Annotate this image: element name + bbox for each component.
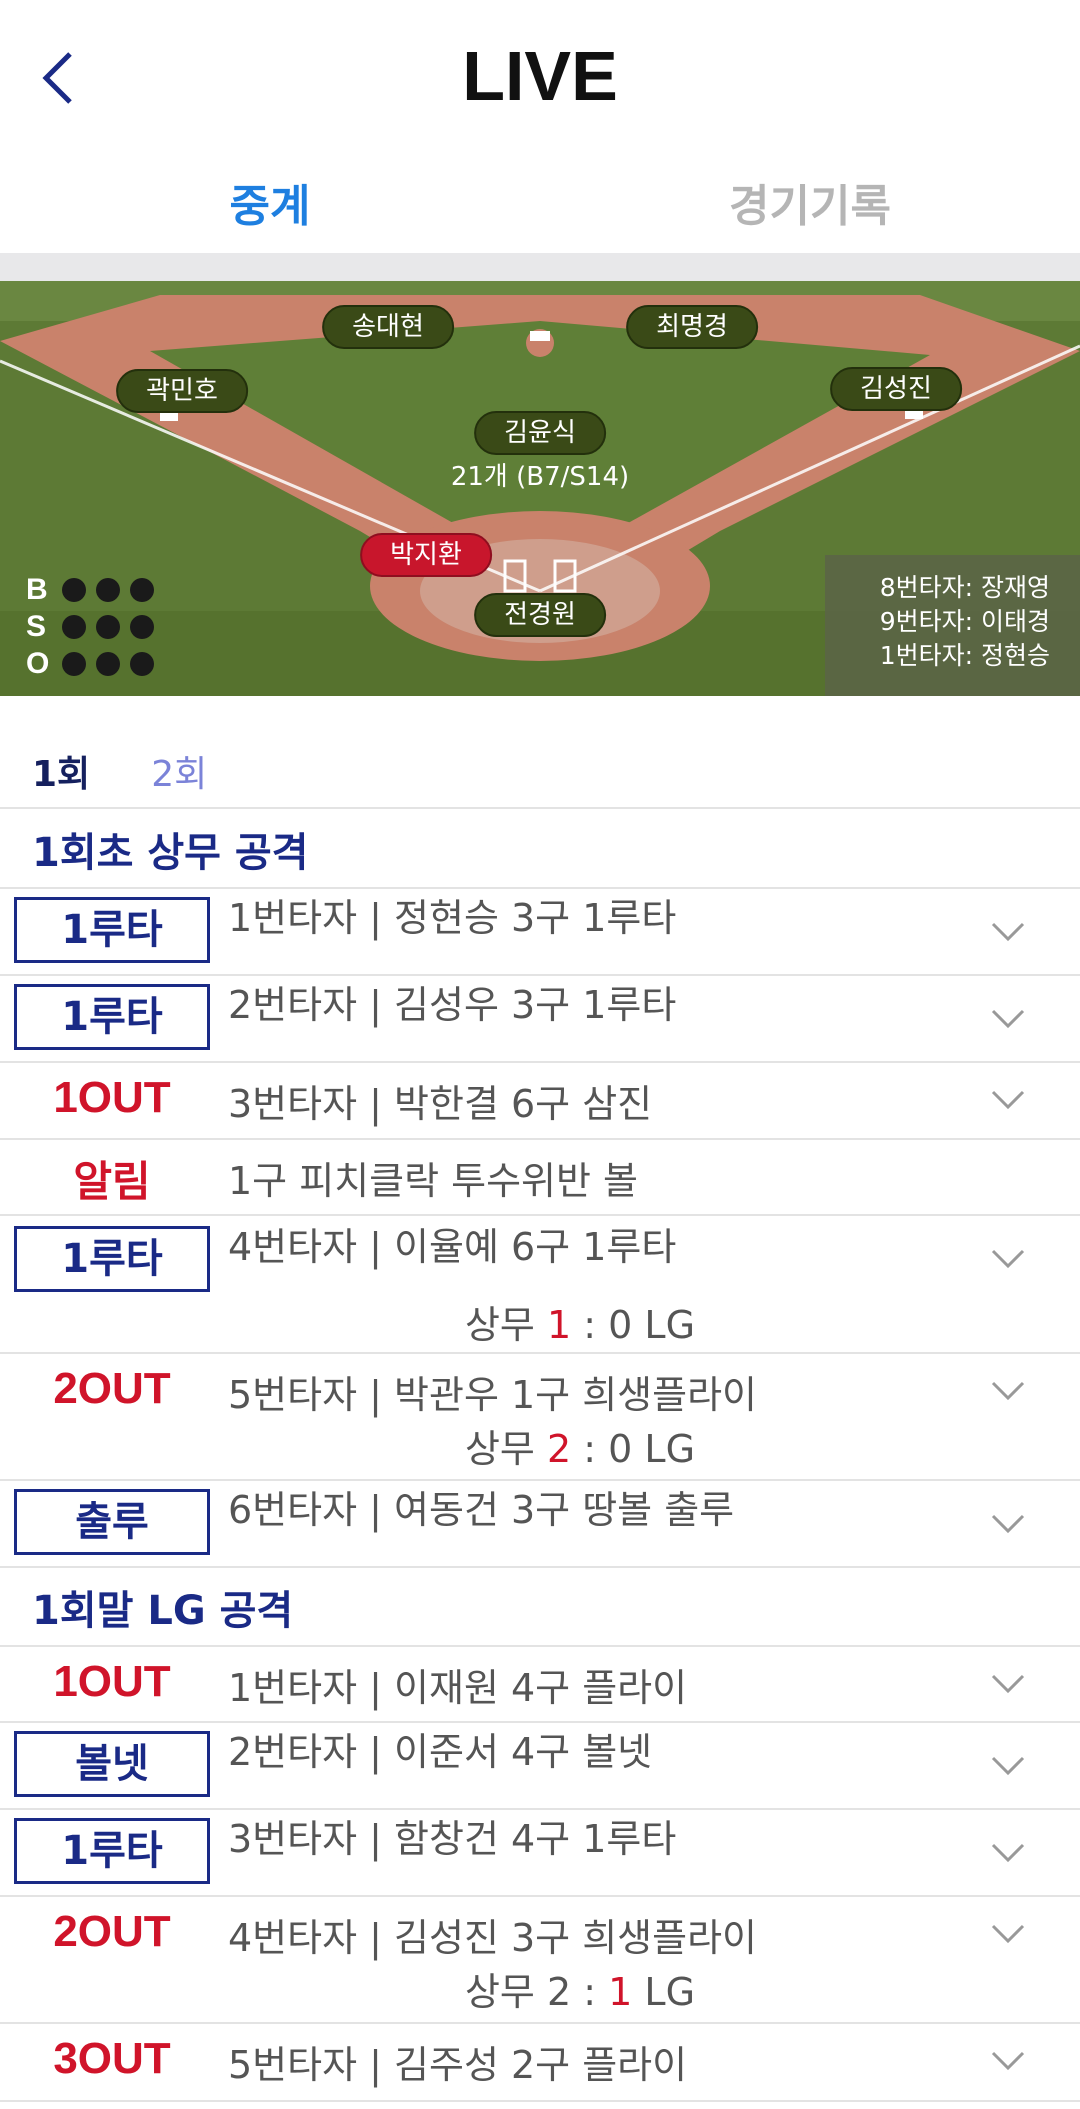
chevron-down-icon[interactable] — [990, 1755, 1026, 1777]
play-text: 2번타자 | 이준서 4구 볼넷 — [228, 1730, 653, 1774]
play-text: 4번타자 | 김성진 3구 희생플라이 — [228, 1916, 757, 1960]
chevron-down-icon[interactable] — [990, 1248, 1026, 1270]
inning-tab-2[interactable]: 2회 — [151, 745, 207, 797]
divider — [0, 807, 1080, 809]
tab-broadcast[interactable]: 중계 — [0, 170, 540, 234]
away-score: 0 — [608, 1427, 633, 1471]
play-badge: 볼넷 — [14, 1731, 210, 1797]
chevron-down-icon[interactable] — [990, 1513, 1026, 1535]
next-batter: 1번타자: 정현승 — [879, 641, 1050, 670]
play-badge: 1루타 — [14, 1226, 210, 1292]
alert-text: 1구 피치클락 투수위반 볼 — [228, 1159, 639, 1203]
out-badge: 1OUT — [53, 1073, 171, 1122]
play-badge: 1루타 — [14, 984, 210, 1050]
out-badge: 2OUT — [53, 1907, 171, 1956]
play-badge: 1루타 — [14, 897, 210, 963]
home-team: 상무 — [464, 1303, 535, 1347]
inning-tabs: 1회 2회 — [32, 745, 263, 797]
divider — [0, 1061, 1080, 1063]
play-badge: 출루 — [14, 1489, 210, 1555]
away-team: LG — [644, 1427, 696, 1471]
divider — [0, 2022, 1080, 2024]
play-text: 1번타자 | 정현승 3구 1루타 — [228, 896, 677, 940]
home-team: 상무 — [464, 1427, 535, 1471]
home-score: 2 — [546, 1970, 572, 2014]
out-label: O — [26, 646, 50, 680]
divider — [0, 1645, 1080, 1647]
play-text: 4번타자 | 이율예 6구 1루타 — [228, 1225, 677, 1269]
fielder-tag: 김성진 — [830, 367, 962, 411]
play-text: 5번타자 | 박관우 1구 희생플라이 — [228, 1373, 757, 1417]
score-line: 상무 1 : 0 LG — [0, 1294, 1080, 1349]
tab-game-record[interactable]: 경기기록 — [540, 170, 1080, 234]
away-score: 0 — [608, 1303, 633, 1347]
divider — [0, 253, 1080, 281]
out-badge: 3OUT — [53, 2034, 171, 2083]
divider — [0, 1138, 1080, 1140]
header: LIVE — [0, 0, 1080, 150]
section-title: 1회초 상무 공격 — [32, 830, 309, 876]
chevron-down-icon[interactable] — [990, 2050, 1026, 2072]
chevron-down-icon[interactable] — [990, 1673, 1026, 1695]
score-line: 상무 2 : 0 LG — [0, 1418, 1080, 1473]
play-text: 6번타자 | 여동건 3구 땅볼 출루 — [228, 1488, 735, 1532]
out-badge: 1OUT — [53, 1657, 171, 1706]
play-text: 2번타자 | 김성우 3구 1루타 — [228, 983, 677, 1027]
next-batters: 8번타자: 장재영 9번타자: 이태경 1번타자: 정현승 — [825, 555, 1080, 696]
home-score: 1 — [546, 1303, 572, 1347]
divider — [0, 2100, 1080, 2102]
chevron-down-icon[interactable] — [990, 1008, 1026, 1030]
chevron-down-icon[interactable] — [990, 1842, 1026, 1864]
tab-bar: 중계 경기기록 — [0, 150, 1080, 255]
alert-badge: 알림 — [73, 1157, 151, 1206]
play-text: 5번타자 | 김주성 2구 플라이 — [228, 2043, 688, 2087]
score-line: 상무 2 : 1 LG — [0, 1961, 1080, 2016]
play-badge: 1루타 — [14, 1818, 210, 1884]
strike-label: S — [26, 609, 47, 643]
play-text: 3번타자 | 박한결 6구 삼진 — [228, 1082, 653, 1126]
fielder-tag: 송대현 — [322, 305, 454, 349]
away-team: LG — [644, 1970, 696, 2014]
away-team: LG — [644, 1303, 696, 1347]
divider — [0, 1895, 1080, 1897]
home-score: 2 — [546, 1427, 572, 1471]
chevron-down-icon[interactable] — [990, 1923, 1026, 1945]
baseball-field: 송대현 최명경 곽민호 김성진 김윤식 21개 (B7/S14) 박지환 전경원… — [0, 281, 1080, 696]
play-text: 1번타자 | 이재원 4구 플라이 — [228, 1666, 688, 1710]
next-batter: 8번타자: 장재영 — [879, 573, 1050, 602]
ball-label: B — [26, 572, 48, 606]
score-separator: : — [571, 1970, 609, 2014]
runner-tag: 박지환 — [360, 533, 492, 577]
page-title: LIVE — [462, 37, 618, 115]
fielder-tag: 곽민호 — [116, 369, 248, 413]
pitch-count: 21개 (B7/S14) — [450, 462, 630, 492]
divider — [0, 1352, 1080, 1354]
next-batter: 9번타자: 이태경 — [879, 607, 1050, 636]
pitcher-tag: 김윤식 — [474, 411, 606, 455]
section-title: 1회말 LG 공격 — [32, 1588, 294, 1634]
play-text: 3번타자 | 함창건 4구 1루타 — [228, 1817, 677, 1861]
fielder-tag: 최명경 — [626, 305, 758, 349]
chevron-down-icon[interactable] — [990, 1089, 1026, 1111]
score-separator: : — [571, 1303, 609, 1347]
inning-tab-1[interactable]: 1회 — [32, 745, 90, 797]
batter-tag: 전경원 — [474, 593, 606, 637]
home-team: 상무 — [464, 1970, 535, 2014]
out-badge: 2OUT — [53, 1364, 171, 1413]
chevron-down-icon[interactable] — [990, 921, 1026, 943]
score-separator: : — [571, 1427, 609, 1471]
divider — [0, 1566, 1080, 1568]
bso-counter: B S O — [26, 571, 164, 682]
away-score: 1 — [608, 1970, 633, 2014]
chevron-down-icon[interactable] — [990, 1380, 1026, 1402]
